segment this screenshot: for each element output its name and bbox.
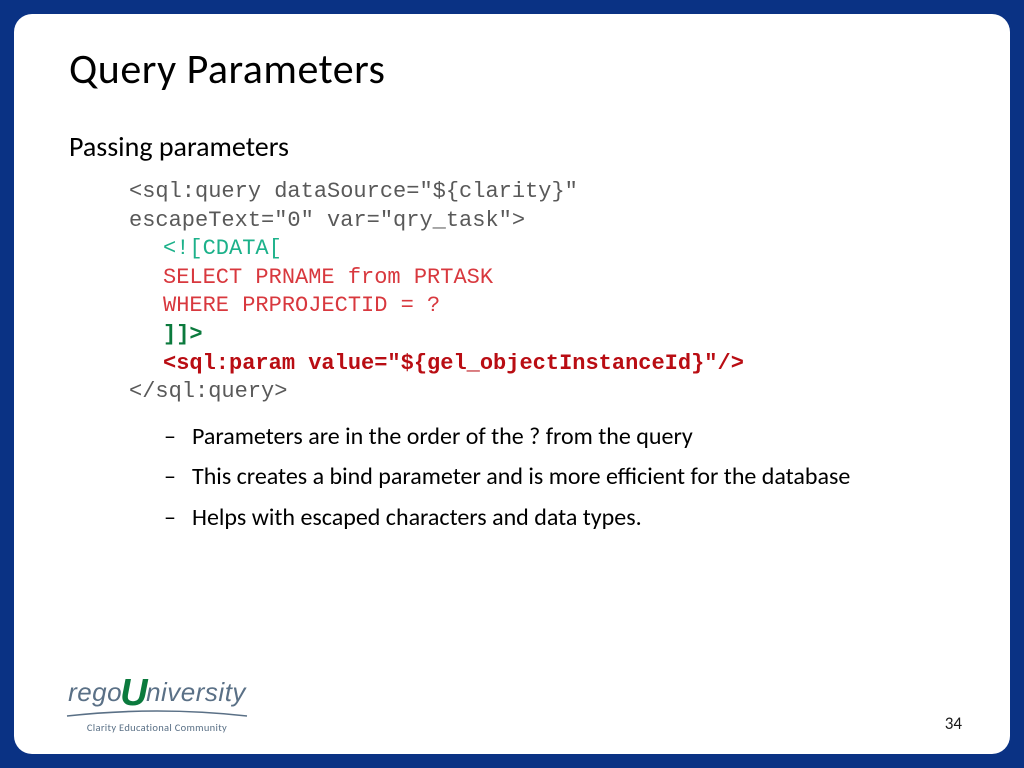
bullet-list: – Parameters are in the order of the ? f… xyxy=(164,421,955,542)
bullet-text: Helps with escaped characters and data t… xyxy=(192,502,642,534)
list-item: – This creates a bind parameter and is m… xyxy=(164,461,955,493)
code-line-sql: WHERE PRPROJECTID = ? xyxy=(163,292,955,321)
footer: regoUniversity Clarity Educational Commu… xyxy=(62,674,962,734)
code-line-cdata-close: ]]> xyxy=(163,321,955,350)
bullet-text: Parameters are in the order of the ? fro… xyxy=(192,421,693,453)
code-line-param: <sql:param value="${gel_objectInstanceId… xyxy=(163,350,955,379)
bullet-text: This creates a bind parameter and is mor… xyxy=(192,461,850,493)
bullet-dash-icon: – xyxy=(164,421,192,453)
slide-container: Query Parameters Passing parameters <sql… xyxy=(14,14,1010,754)
slide-subtitle: Passing parameters xyxy=(69,129,955,164)
logo-u: U xyxy=(120,674,148,712)
logo-prefix: rego xyxy=(68,677,122,707)
logo-wordmark: regoUniversity xyxy=(68,674,246,712)
code-line: <sql:query dataSource="${clarity}" xyxy=(129,178,955,207)
slide-title: Query Parameters xyxy=(69,44,955,95)
bullet-dash-icon: – xyxy=(164,461,192,493)
list-item: – Parameters are in the order of the ? f… xyxy=(164,421,955,453)
code-line-cdata-open: <![CDATA[ xyxy=(163,235,955,264)
code-line-sql: SELECT PRNAME from PRTASK xyxy=(163,264,955,293)
logo: regoUniversity Clarity Educational Commu… xyxy=(62,674,252,734)
logo-suffix: niversity xyxy=(146,677,246,707)
logo-tagline: Clarity Educational Community xyxy=(87,721,227,734)
bullet-dash-icon: – xyxy=(164,502,192,534)
code-line: </sql:query> xyxy=(129,378,955,407)
code-block: <sql:query dataSource="${clarity}" escap… xyxy=(129,178,955,407)
code-line: escapeText="0" var="qry_task"> xyxy=(129,207,955,236)
list-item: – Helps with escaped characters and data… xyxy=(164,502,955,534)
page-number: 34 xyxy=(945,713,962,734)
